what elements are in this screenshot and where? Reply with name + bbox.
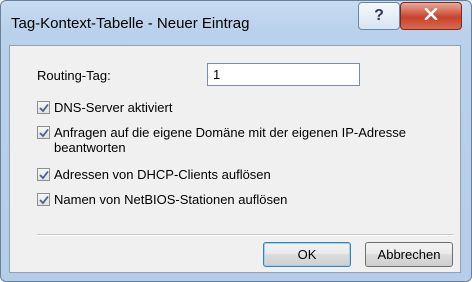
checkbox-label: DNS-Server aktiviert (54, 100, 173, 115)
checkbox-dns-server[interactable]: DNS-Server aktiviert (37, 100, 424, 115)
checkbox-dhcp-clients[interactable]: Adressen von DHCP-Clients auflösen (37, 167, 424, 182)
checkbox-label: Namen von NetBIOS-Stationen auflösen (54, 192, 288, 207)
checkbox-box[interactable] (37, 126, 50, 139)
window-title: Tag-Kontext-Tabelle - Neuer Eintrag (11, 15, 250, 32)
close-icon (424, 7, 438, 25)
checkbox-own-domain[interactable]: Anfragen auf die eigene Domäne mit der e… (37, 125, 424, 155)
separator (37, 234, 454, 236)
help-button[interactable]: ? (358, 2, 400, 30)
title-bar[interactable]: Tag-Kontext-Tabelle - Neuer Eintrag ? (1, 1, 471, 45)
cancel-button[interactable]: Abbrechen (365, 242, 453, 267)
checkbox-label: Anfragen auf die eigene Domäne mit der e… (54, 125, 406, 155)
checkbox-box[interactable] (37, 193, 50, 206)
dialog-content: Routing-Tag: DNS-Server aktiviert Anfrag… (9, 45, 461, 273)
help-icon: ? (374, 7, 384, 24)
checkbox-box[interactable] (37, 168, 50, 181)
close-button[interactable] (400, 2, 462, 30)
ok-button[interactable]: OK (263, 242, 351, 267)
checkbox-label: Adressen von DHCP-Clients auflösen (54, 167, 271, 182)
routing-tag-input[interactable] (207, 63, 360, 86)
checkbox-box[interactable] (37, 101, 50, 114)
checkbox-netbios[interactable]: Namen von NetBIOS-Stationen auflösen (37, 192, 424, 207)
routing-tag-label: Routing-Tag: (37, 68, 111, 83)
dialog-window: Tag-Kontext-Tabelle - Neuer Eintrag ? Ro… (0, 0, 472, 282)
